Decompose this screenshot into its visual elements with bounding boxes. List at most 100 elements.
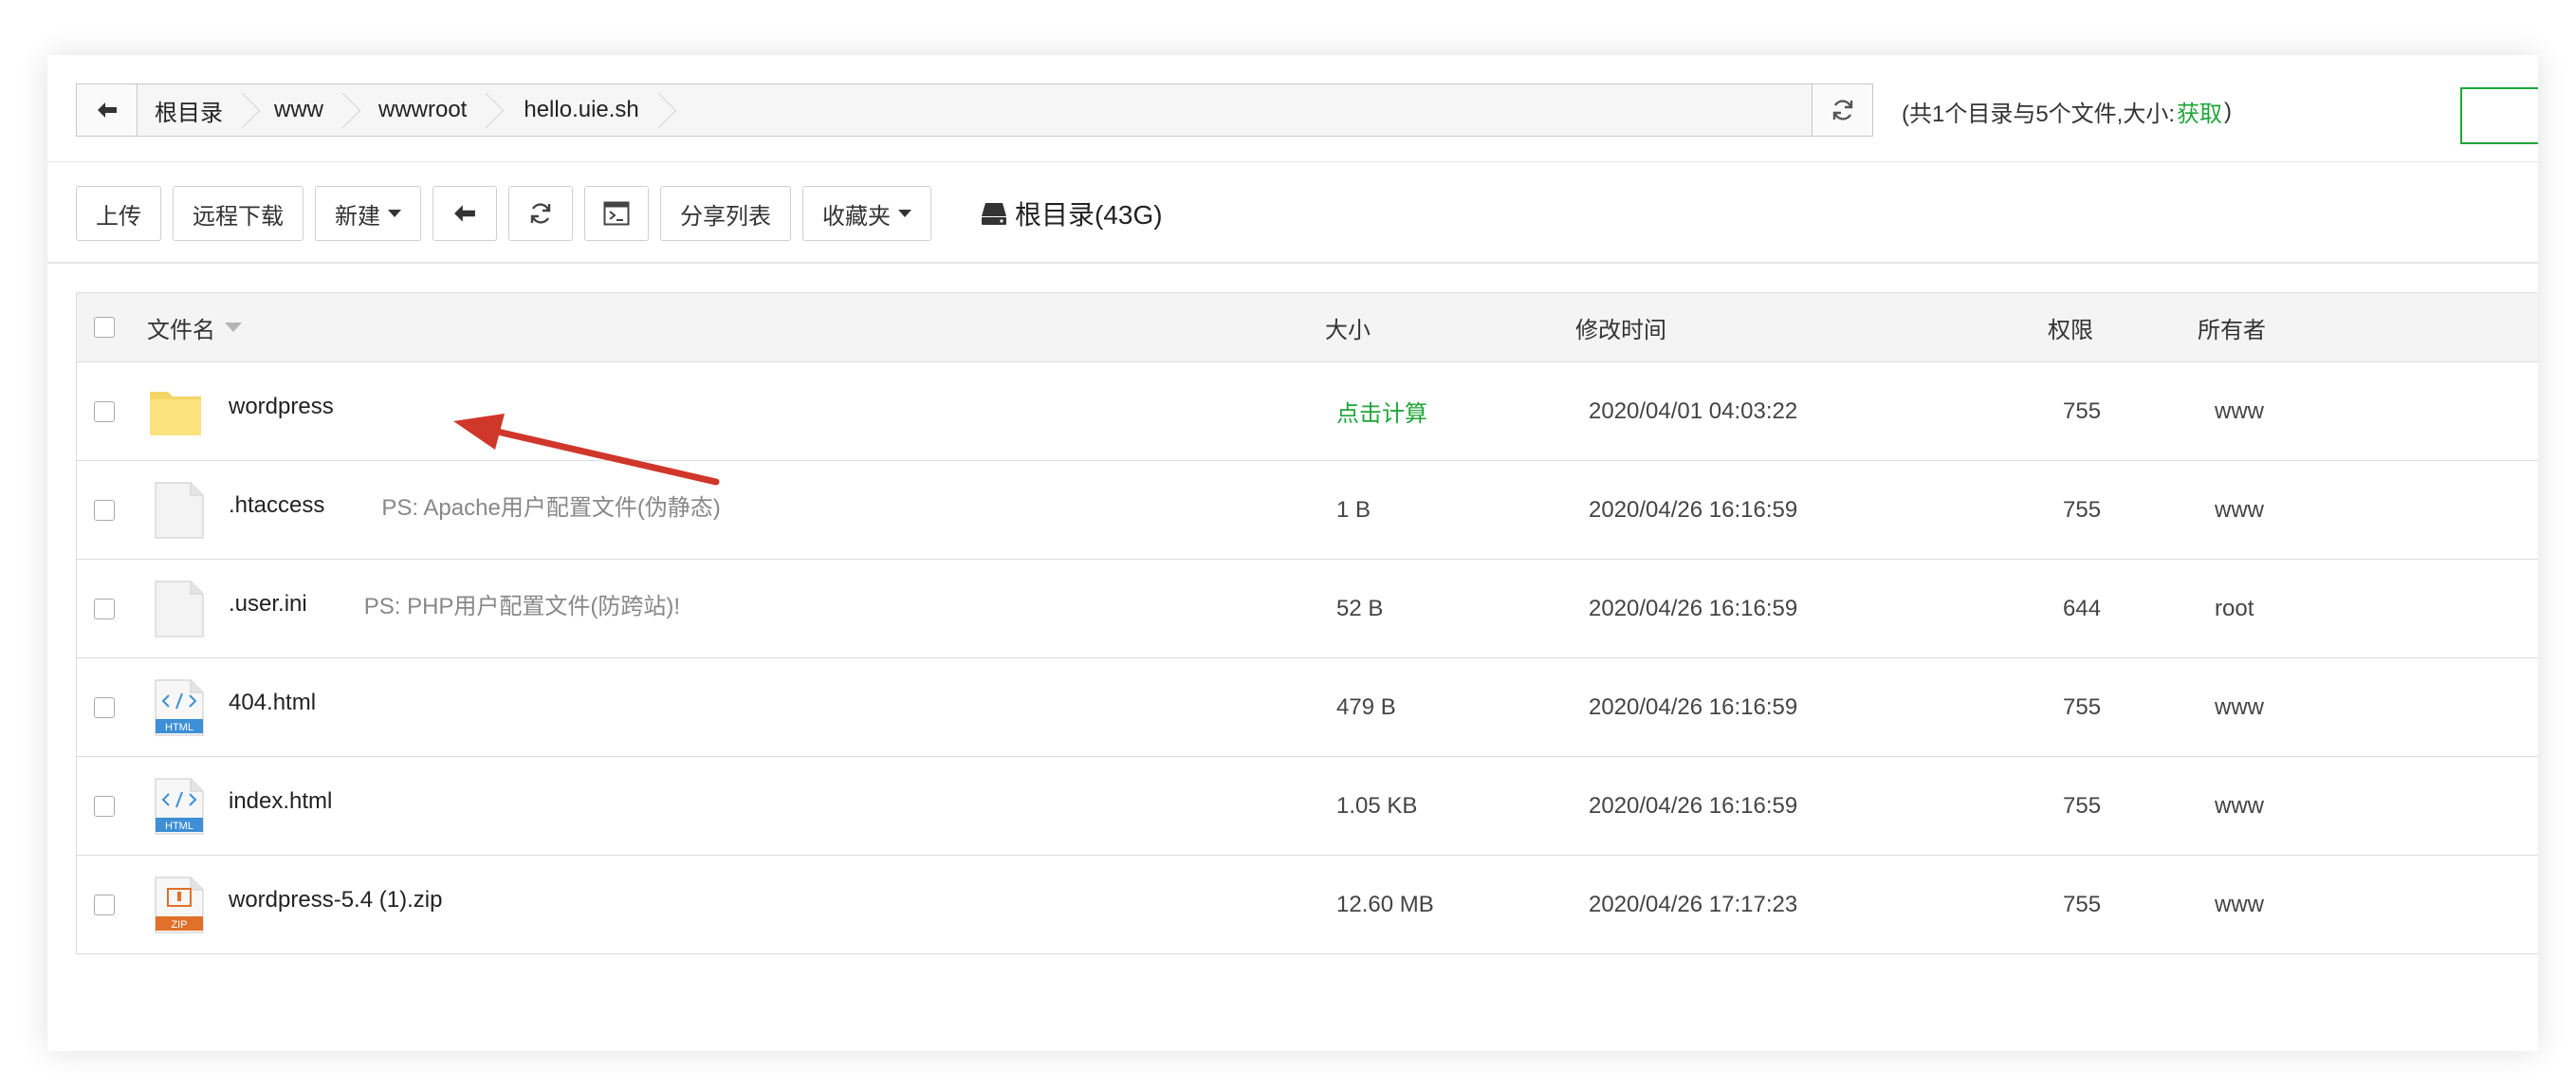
column-size-label: 大小 (1325, 317, 1371, 343)
breadcrumb-label: 根目录 (155, 100, 223, 126)
perm-value[interactable]: 755 (2063, 892, 2101, 918)
back-button[interactable] (432, 186, 497, 241)
table-row[interactable]: wordpress 点击计算 2020/04/01 04:03:22 755 w… (77, 362, 2538, 461)
perm-cell: 755 (2063, 856, 2101, 953)
terminal-button[interactable] (584, 186, 649, 241)
new-dropdown-button[interactable]: 新建 (315, 186, 421, 241)
row-checkbox-cell (94, 658, 115, 756)
size-value: 12.60 MB (1336, 891, 1434, 917)
breadcrumb-item-site[interactable]: hello.uie.sh (495, 84, 667, 136)
favorites-dropdown-button[interactable]: 收藏夹 (802, 186, 931, 241)
perm-value[interactable]: 755 (2063, 497, 2101, 524)
owner-value[interactable]: www (2215, 398, 2264, 425)
file-manager-panel: 根目录 www wwwroot hello.uie.sh (共1个目录与5个文件… (47, 55, 2538, 1051)
column-owner-label: 所有者 (2198, 317, 2266, 343)
row-checkbox-cell (94, 757, 115, 855)
mtime-cell: 2020/04/26 17:17:23 (1589, 856, 1797, 953)
file-icon-cell (149, 362, 202, 460)
file-name-link[interactable]: wordpress (229, 394, 334, 420)
breadcrumb-item-www[interactable]: www (251, 84, 352, 136)
size-cell: 点击计算 (1336, 362, 1427, 460)
perm-cell: 755 (2063, 658, 2101, 756)
row-checkbox[interactable] (94, 894, 115, 915)
size-cell: 12.60 MB (1336, 856, 1434, 953)
size-value: 1.05 KB (1336, 792, 1418, 819)
owner-value[interactable]: root (2215, 596, 2254, 622)
file-name-link[interactable]: index.html (229, 788, 332, 815)
document-icon (155, 580, 204, 637)
mtime-value: 2020/04/26 16:16:59 (1589, 496, 1798, 523)
refresh-button[interactable] (508, 186, 573, 241)
mtime-value: 2020/04/26 16:16:59 (1589, 693, 1798, 720)
terminal-icon (603, 201, 630, 226)
table-row[interactable]: .user.ini PS: PHP用户配置文件(防跨站)! 52 B 2020/… (77, 560, 2538, 658)
row-checkbox[interactable] (94, 795, 115, 817)
owner-cell: www (2215, 658, 2264, 756)
column-owner-header[interactable]: 所有者 (2198, 293, 2266, 361)
select-all-checkbox[interactable] (94, 317, 115, 338)
owner-value[interactable]: www (2215, 793, 2264, 820)
breadcrumb-item-root[interactable]: 根目录 (138, 84, 251, 136)
file-table: 文件名 大小 修改时间 权限 所有者 wordpress 点击计算 2020/0 (76, 292, 2538, 954)
favorites-label: 收藏夹 (822, 203, 891, 230)
perm-value[interactable]: 644 (2063, 596, 2101, 622)
column-perm-header[interactable]: 权限 (2048, 293, 2093, 361)
path-refresh-button[interactable] (1812, 84, 1872, 136)
upload-button[interactable]: 上传 (76, 186, 161, 241)
table-row[interactable]: HTML index.html 1.05 KB 2020/04/26 16:16… (77, 757, 2538, 856)
owner-value[interactable]: www (2215, 892, 2264, 918)
owner-value[interactable]: www (2215, 694, 2264, 721)
row-checkbox[interactable] (94, 499, 115, 521)
file-note: PS: PHP用户配置文件(防跨站)! (363, 594, 681, 619)
column-name-header[interactable]: 文件名 (147, 293, 242, 361)
perm-value[interactable]: 755 (2063, 694, 2101, 721)
owner-cell: www (2215, 856, 2264, 953)
toolbar: 上传 远程下载 新建 分享列表 收藏夹 根目录(43G) (76, 186, 1163, 241)
perm-cell: 755 (2063, 757, 2101, 855)
perm-value[interactable]: 755 (2063, 793, 2101, 820)
table-row[interactable]: ZIP wordpress-5.4 (1).zip 12.60 MB 2020/… (77, 856, 2538, 954)
file-name-link[interactable]: 404.html (229, 690, 316, 716)
breadcrumb-item-wwwroot[interactable]: wwwroot (352, 84, 495, 136)
file-icon-cell (153, 461, 206, 559)
row-checkbox[interactable] (94, 598, 115, 619)
row-checkbox[interactable] (94, 400, 115, 422)
file-name-link[interactable]: wordpress-5.4 (1).zip (229, 887, 442, 914)
perm-cell: 755 (2063, 362, 2101, 460)
path-back-button[interactable] (77, 84, 138, 136)
breadcrumb-label: hello.uie.sh (524, 97, 639, 122)
breadcrumb-label: www (274, 97, 323, 122)
column-size-header[interactable]: 大小 (1325, 293, 1371, 361)
table-row[interactable]: .htaccess PS: Apache用户配置文件(伪静态) 1 B 2020… (77, 461, 2538, 560)
disk-label: 根目录(43G) (1015, 200, 1163, 230)
row-checkbox[interactable] (94, 696, 115, 718)
document-icon (155, 481, 204, 539)
mtime-cell: 2020/04/26 16:16:59 (1589, 461, 1797, 559)
disk-info[interactable]: 根目录(43G) (981, 194, 1163, 232)
owner-cell: root (2215, 560, 2254, 657)
file-name-link[interactable]: .user.ini (229, 591, 307, 618)
perm-value[interactable]: 755 (2063, 398, 2101, 425)
perm-cell: 644 (2063, 560, 2101, 657)
refresh-icon (530, 203, 551, 224)
svg-text:HTML: HTML (165, 821, 193, 832)
svg-text:ZIP: ZIP (171, 919, 187, 931)
table-row[interactable]: HTML 404.html 479 B 2020/04/26 16:16:59 … (77, 658, 2538, 757)
mtime-cell: 2020/04/01 04:03:22 (1589, 362, 1797, 460)
share-list-button[interactable]: 分享列表 (660, 186, 791, 241)
mtime-value: 2020/04/26 17:17:23 (1589, 891, 1798, 917)
file-name-cell: wordpress-5.4 (1).zip (229, 856, 442, 953)
refresh-icon (1832, 100, 1852, 120)
column-mtime-header[interactable]: 修改时间 (1575, 293, 1666, 361)
divider (47, 262, 2538, 264)
fetch-size-link[interactable]: 获取 (2177, 95, 2222, 128)
remote-download-button[interactable]: 远程下载 (173, 186, 304, 241)
owner-cell: www (2215, 461, 2264, 559)
breadcrumb: 根目录 www wwwroot hello.uie.sh (138, 84, 1812, 136)
html-file-icon: HTML (155, 678, 204, 736)
owner-value[interactable]: www (2215, 497, 2264, 524)
search-box[interactable] (2460, 87, 2538, 144)
summary-suffix: ) (2224, 98, 2233, 124)
calculate-size-link[interactable]: 点击计算 (1336, 395, 1427, 428)
file-name-link[interactable]: .htaccess (229, 492, 324, 519)
